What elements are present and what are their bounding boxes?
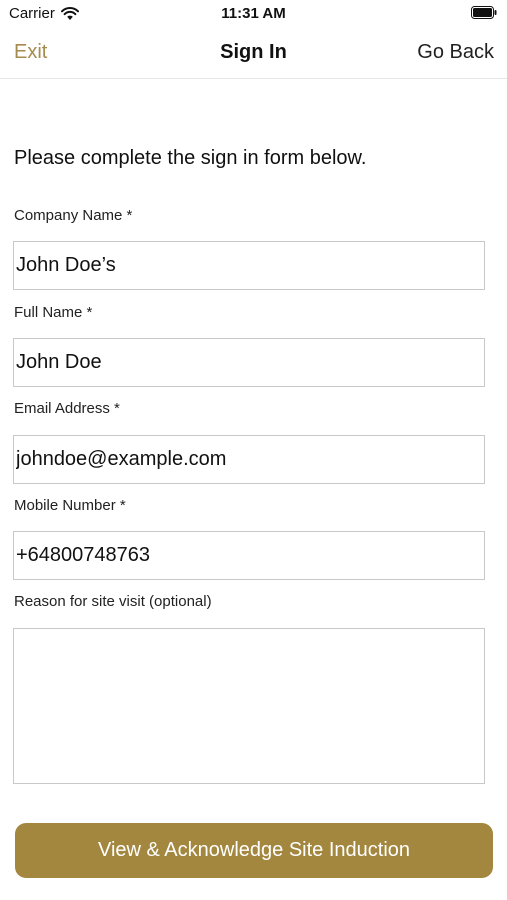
- company-name-label: Company Name *: [14, 207, 133, 224]
- battery-icon: [471, 6, 497, 19]
- view-acknowledge-induction-button[interactable]: View & Acknowledge Site Induction: [15, 823, 493, 878]
- email-address-label: Email Address *: [14, 400, 120, 417]
- email-field[interactable]: [13, 435, 485, 484]
- full-name-field[interactable]: [13, 338, 485, 387]
- company-name-field[interactable]: [13, 241, 485, 290]
- reason-label: Reason for site visit (optional): [14, 593, 212, 610]
- mobile-number-label: Mobile Number *: [14, 497, 126, 514]
- reason-textarea[interactable]: [13, 628, 485, 784]
- exit-button[interactable]: Exit: [14, 41, 47, 64]
- status-bar: Carrier 11:31 AM: [0, 0, 507, 28]
- navigation-bar: Exit Sign In Go Back: [0, 28, 507, 79]
- full-name-label: Full Name *: [14, 304, 93, 321]
- mobile-number-field[interactable]: [13, 531, 485, 580]
- form-instructions: Please complete the sign in form below.: [14, 147, 367, 169]
- status-time: 11:31 AM: [221, 5, 286, 22]
- go-back-button[interactable]: Go Back: [417, 41, 494, 64]
